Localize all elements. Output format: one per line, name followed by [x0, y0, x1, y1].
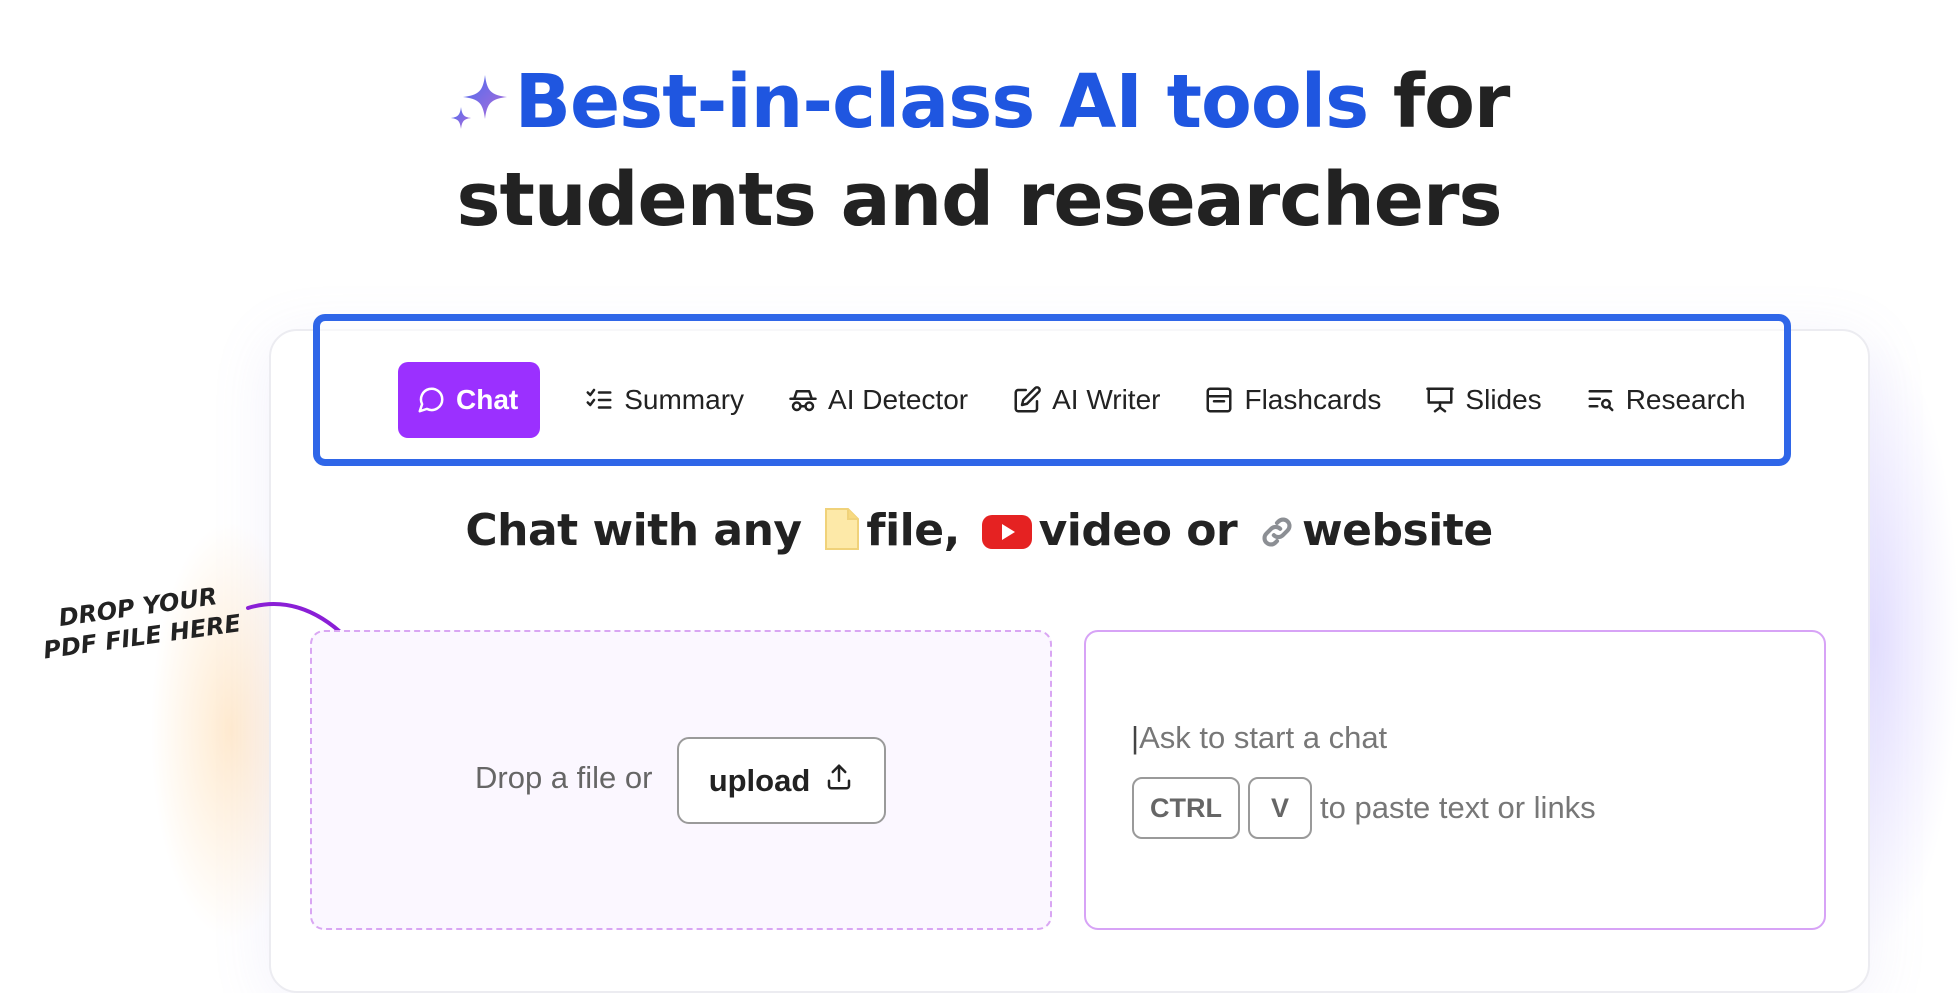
tab-chat[interactable]: Chat [398, 362, 541, 438]
file-icon [822, 507, 860, 562]
chat-placeholder-text: Ask to start a chat [1139, 720, 1388, 755]
tab-flashcards-label: Flashcards [1244, 384, 1382, 415]
edit-icon [1012, 385, 1042, 415]
tab-summary[interactable]: Summary [584, 362, 744, 438]
spy-glasses-icon [788, 385, 818, 415]
tab-ai-detector-label: AI Detector [828, 384, 969, 415]
ctrl-key-badge: CTRL [1132, 777, 1240, 839]
title-rest: for [1368, 59, 1511, 145]
page-title: Best-in-class AI tools for students and … [0, 55, 1958, 247]
checklist-icon [584, 385, 614, 415]
tab-chat-label: Chat [456, 384, 519, 415]
tab-flashcards[interactable]: Flashcards [1204, 362, 1381, 438]
link-icon [1258, 511, 1296, 562]
tab-research[interactable]: Research [1586, 362, 1746, 438]
dropzone-text: Drop a file or [475, 760, 653, 795]
tab-ai-writer[interactable]: AI Writer [1012, 362, 1160, 438]
tab-research-label: Research [1625, 384, 1746, 415]
presentation-icon [1425, 385, 1455, 415]
subhead-text-2: file, [866, 505, 960, 556]
chat-input-placeholder[interactable]: |Ask to start a chat [1131, 720, 1387, 756]
text-caret: | [1131, 720, 1140, 755]
title-accent: Best-in-class AI tools [514, 59, 1370, 145]
chat-bubble-icon [416, 385, 446, 415]
upload-button-label: upload [708, 762, 811, 798]
sparkle-icon [449, 59, 511, 153]
flashcards-icon [1204, 385, 1234, 415]
subhead-text-4: website [1302, 505, 1493, 556]
paste-hint-text: to paste text or links [1320, 790, 1596, 825]
tab-summary-label: Summary [624, 384, 745, 415]
upload-button[interactable]: upload [677, 737, 886, 824]
tab-slides-label: Slides [1465, 384, 1542, 415]
subhead-text-3: video or [1038, 505, 1238, 556]
tab-ai-writer-label: AI Writer [1052, 384, 1161, 415]
youtube-icon [981, 511, 1033, 562]
tab-slides[interactable]: Slides [1425, 362, 1542, 438]
v-key-badge: V [1248, 777, 1312, 839]
tab-ai-detector[interactable]: AI Detector [788, 362, 968, 438]
research-list-icon [1586, 385, 1616, 415]
section-heading: Chat with any file, video or website [0, 505, 1958, 562]
tool-tabs: Chat Summary AI Detector AI Writer Flash… [398, 362, 1746, 438]
title-line-1: Best-in-class AI tools for [0, 55, 1958, 153]
title-line-2: students and researchers [456, 157, 1502, 243]
subhead-text-1: Chat with any [465, 505, 802, 556]
upload-icon [824, 762, 854, 800]
